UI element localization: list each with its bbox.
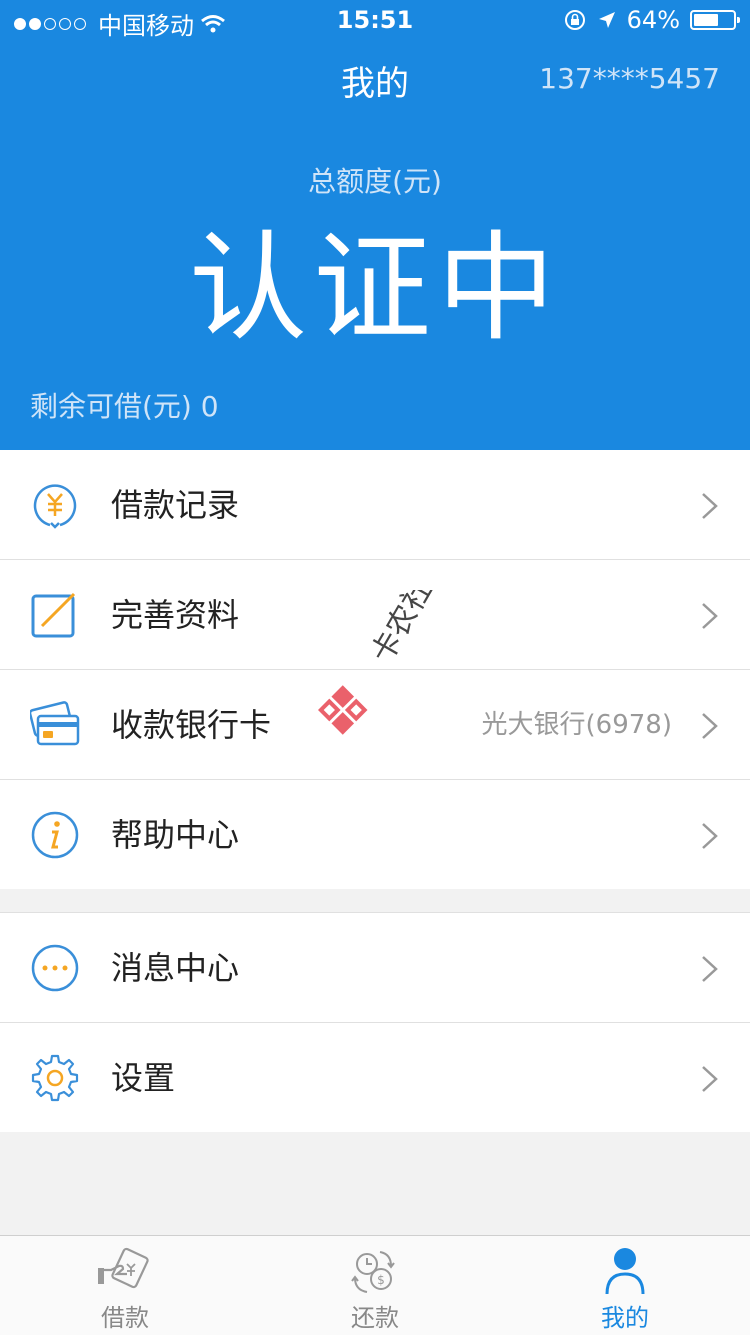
info-icon	[31, 811, 79, 859]
menu-label: 设置	[111, 1059, 176, 1097]
chevron-right-icon	[702, 1066, 718, 1092]
chevron-right-icon	[702, 956, 718, 982]
message-icon	[31, 944, 79, 992]
menu-item-message-center[interactable]: 消息中心	[0, 913, 750, 1023]
chevron-right-icon	[702, 713, 718, 739]
bank-card-value: 光大银行(6978)	[481, 710, 672, 740]
menu-label: 完善资料	[111, 596, 240, 634]
chevron-right-icon	[702, 493, 718, 519]
status-bar: 中国移动 15:51 64%	[0, 0, 750, 40]
menu-item-help-center[interactable]: 帮助中心	[0, 780, 750, 889]
menu-item-settings[interactable]: 设置	[0, 1023, 750, 1132]
edit-icon	[31, 592, 76, 638]
menu-group-system: 消息中心 设置	[0, 912, 750, 1132]
svg-text:$: $	[377, 1273, 385, 1287]
menu-label: 消息中心	[111, 949, 240, 987]
menu-item-loan-records[interactable]: 借款记录	[0, 450, 750, 560]
tab-label: 还款	[351, 1304, 399, 1332]
bank-card-icon	[30, 701, 80, 746]
menu-item-complete-profile[interactable]: 完善资料	[0, 560, 750, 670]
menu-label: 收款银行卡	[111, 706, 272, 744]
tab-label: 我的	[601, 1304, 649, 1332]
tab-repay[interactable]: $ 还款	[250, 1236, 500, 1335]
remaining-borrowable: 剩余可借(元) 0	[30, 390, 219, 423]
user-phone: 137****5457	[539, 62, 720, 95]
loan-icon	[98, 1247, 149, 1289]
location-arrow-icon	[598, 12, 615, 28]
tab-mine[interactable]: 我的	[500, 1236, 750, 1335]
profile-header: 中国移动 15:51 64% 我的 137****5457 总额度(元) 认证中…	[0, 0, 750, 450]
battery-percent: 64%	[626, 6, 680, 34]
battery-icon	[690, 10, 740, 30]
total-quota-label: 总额度(元)	[308, 165, 442, 198]
rotation-lock-icon	[564, 10, 585, 30]
tab-bar: 借款 $ 还款 我的	[0, 1235, 750, 1335]
tab-label: 借款	[101, 1304, 149, 1332]
tab-loan[interactable]: 借款	[0, 1236, 250, 1335]
menu-item-bank-card[interactable]: 收款银行卡 光大银行(6978)	[0, 670, 750, 780]
yuan-record-icon	[33, 484, 77, 529]
total-quota-status: 认证中	[188, 219, 561, 357]
menu-label: 帮助中心	[111, 816, 240, 854]
menu-group-account: 借款记录 完善资料 收款银行卡 光大银行(6978) 帮助中心	[0, 450, 750, 889]
gear-icon	[31, 1054, 79, 1102]
chevron-right-icon	[702, 823, 718, 849]
repay-icon: $	[351, 1251, 395, 1293]
user-icon	[605, 1248, 645, 1295]
menu-label: 借款记录	[111, 486, 240, 524]
chevron-right-icon	[702, 603, 718, 629]
